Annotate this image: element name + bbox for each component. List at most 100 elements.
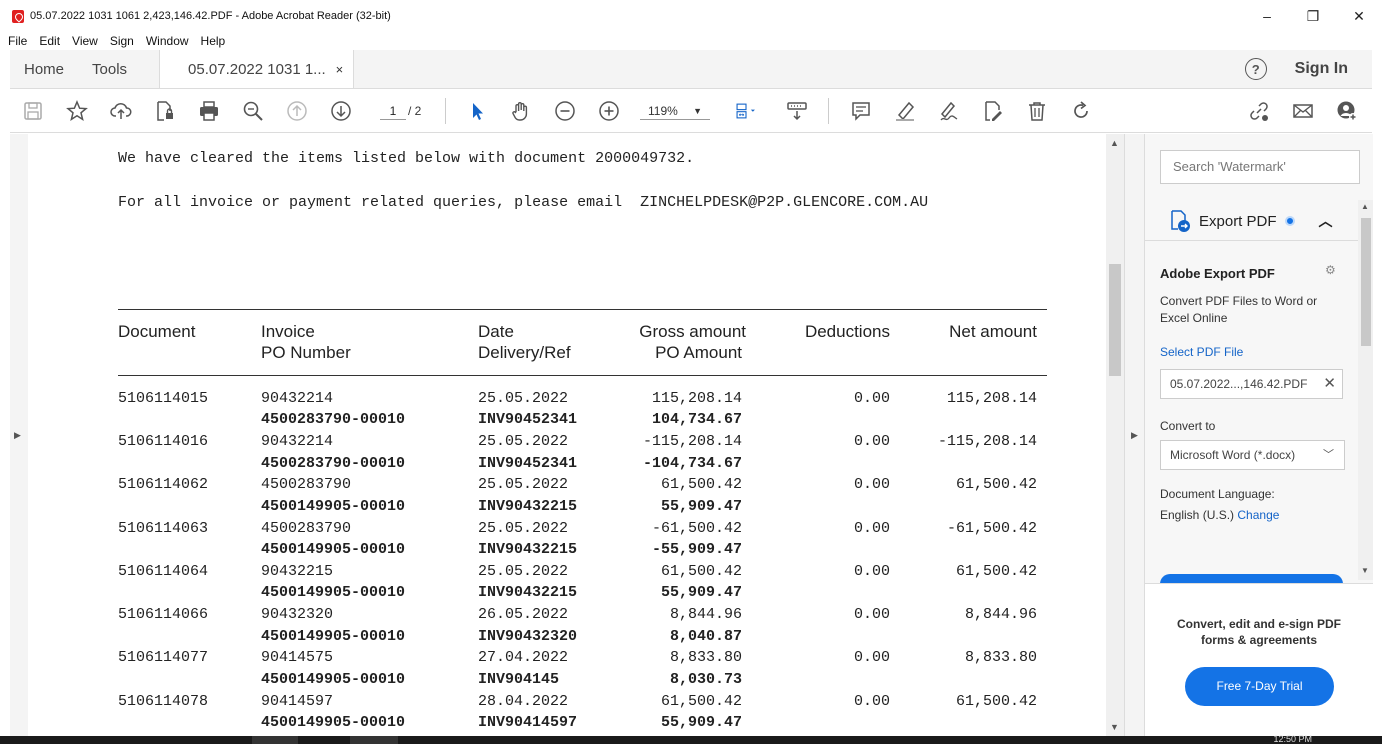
cell-net: 61,500.42 [955,476,1037,493]
cell-invoice: 90432214 [261,433,334,450]
cell-net: 61,500.42 [955,563,1037,580]
cell-date: 25.05.2022 [478,563,569,580]
menu-edit[interactable]: Edit [39,34,60,48]
cell-invoice: 90414597 [261,693,334,710]
cell-po-number: 4500283790-00010 [261,411,406,428]
zoom-search-icon[interactable] [240,99,266,123]
cell-gross: 61,500.42 [660,693,742,710]
menu-help[interactable]: Help [201,34,226,48]
header-invoice: Invoice [261,322,315,341]
restore-button[interactable]: ❐ [1290,0,1336,32]
window-title: 05.07.2022 1031 1061 2,423,146.42.PDF - … [30,10,391,22]
tab-home[interactable]: Home [10,50,78,88]
draw-signature-icon[interactable] [936,99,962,123]
highlight-pen-icon[interactable] [892,99,918,123]
zoom-level-select[interactable]: 119% ▼ [640,102,710,120]
close-tab-icon[interactable]: × [336,62,344,77]
cell-date: 25.05.2022 [478,476,569,493]
help-icon[interactable]: ? [1244,58,1267,80]
email-icon[interactable] [1290,99,1316,123]
cell-po-amount: 55,909.47 [660,498,742,515]
cell-document: 5106114064 [118,563,209,580]
menu-bar: File Edit View Sign Window Help [0,32,1382,50]
print-icon[interactable] [196,99,222,123]
comment-icon[interactable] [848,99,874,123]
page-number-input[interactable]: 1 [380,102,406,120]
delete-trash-icon[interactable] [1024,99,1050,123]
menu-window[interactable]: Window [146,34,189,48]
fill-sign-icon[interactable] [980,99,1006,123]
scroll-up-icon[interactable]: ▲ [1110,138,1119,148]
taskbar: 12:50 PM [0,734,1382,744]
protect-document-icon[interactable] [152,99,178,123]
zoom-level-value: 119% [648,104,678,118]
select-pdf-file-link[interactable]: Select PDF File [1160,345,1243,359]
page-fit-icon[interactable] [728,99,764,123]
cell-date: 25.05.2022 [478,433,569,450]
tools-search-input[interactable]: Search 'Watermark' [1160,150,1360,184]
bookmark-star-icon[interactable] [64,99,90,123]
change-language-link[interactable]: Change [1237,508,1279,522]
cell-net: 61,500.42 [955,693,1037,710]
taskbar-app[interactable] [350,736,398,744]
rotate-icon[interactable] [1068,99,1094,123]
menu-sign[interactable]: Sign [110,34,134,48]
sign-in-button[interactable]: Sign In [1295,60,1348,78]
panel-scrollbar-thumb[interactable] [1361,218,1371,346]
format-select[interactable]: Microsoft Word (*.docx) ﹀ [1160,440,1345,470]
chevron-up-icon[interactable]: ︿ [1319,211,1333,231]
document-scrollbar[interactable]: ▲ ▼ [1106,134,1124,736]
previous-page-icon[interactable] [284,99,310,123]
scrollbar-thumb[interactable] [1109,264,1121,376]
menu-file[interactable]: File [8,34,27,48]
select-cursor-icon[interactable] [464,99,490,123]
right-panel-toggle[interactable]: ▶ [1124,134,1144,736]
page-total: / 2 [408,104,422,118]
save-icon[interactable] [20,99,46,123]
cell-po-amount: 104,734.67 [651,411,742,428]
share-link-icon[interactable] [1246,99,1272,123]
zoom-out-icon[interactable] [552,99,578,123]
cell-net: 8,844.96 [964,606,1037,623]
scrolling-mode-icon[interactable] [784,99,810,123]
cell-po-amount: 55,909.47 [660,584,742,601]
selected-file-field[interactable]: 05.07.2022...,146.42.PDF ✕ [1160,369,1343,399]
cell-gross: -115,208.14 [642,433,742,450]
cell-deductions: 0.00 [853,649,890,666]
zoom-in-icon[interactable] [596,99,622,123]
expand-left-icon: ▶ [14,430,21,440]
panel-scroll-down-icon[interactable]: ▼ [1361,566,1369,575]
header-deductions: Deductions [804,322,890,341]
scroll-down-icon[interactable]: ▼ [1110,722,1119,732]
hand-tool-icon[interactable] [508,99,534,123]
toolbar-divider [828,98,829,124]
cell-document: 5106114077 [118,649,209,666]
free-trial-button[interactable]: Free 7-Day Trial [1185,667,1334,706]
cloud-settings-icon[interactable]: ⚙ [1325,263,1343,279]
export-pdf-header[interactable]: Export PDF ︿ [1145,202,1359,240]
next-page-icon[interactable] [328,99,354,123]
taskbar-app[interactable] [252,736,298,744]
minimize-button[interactable]: – [1244,0,1290,32]
close-window-button[interactable]: ✕ [1336,0,1382,32]
toolbar-divider [445,98,446,124]
left-panel-toggle[interactable]: ▶ [10,134,28,736]
table-top-rule [118,309,1047,310]
header-gross-amount: Gross amount [639,322,746,341]
cloud-upload-icon[interactable] [108,99,134,123]
cell-net: -61,500.42 [946,520,1037,537]
panel-scrollbar[interactable]: ▲ ▼ [1358,200,1373,580]
clear-file-icon[interactable]: ✕ [1323,370,1336,398]
cell-date: 26.05.2022 [478,606,569,623]
add-user-icon[interactable] [1334,99,1360,123]
panel-scroll-up-icon[interactable]: ▲ [1361,202,1369,211]
menu-view[interactable]: View [72,34,98,48]
contact-line: For all invoice or payment related queri… [118,194,929,211]
cell-deductions: 0.00 [853,433,890,450]
tab-tools[interactable]: Tools [78,50,141,88]
cell-invoice: 90432320 [261,606,334,623]
tab-document[interactable]: 05.07.2022 1031 1... × [159,50,355,88]
cell-po-amount: -55,909.47 [651,541,742,558]
cell-delivery-ref: INV90432215 [478,498,578,515]
export-pdf-section: Adobe Export PDF ⚙ Convert PDF Files to … [1145,240,1359,584]
